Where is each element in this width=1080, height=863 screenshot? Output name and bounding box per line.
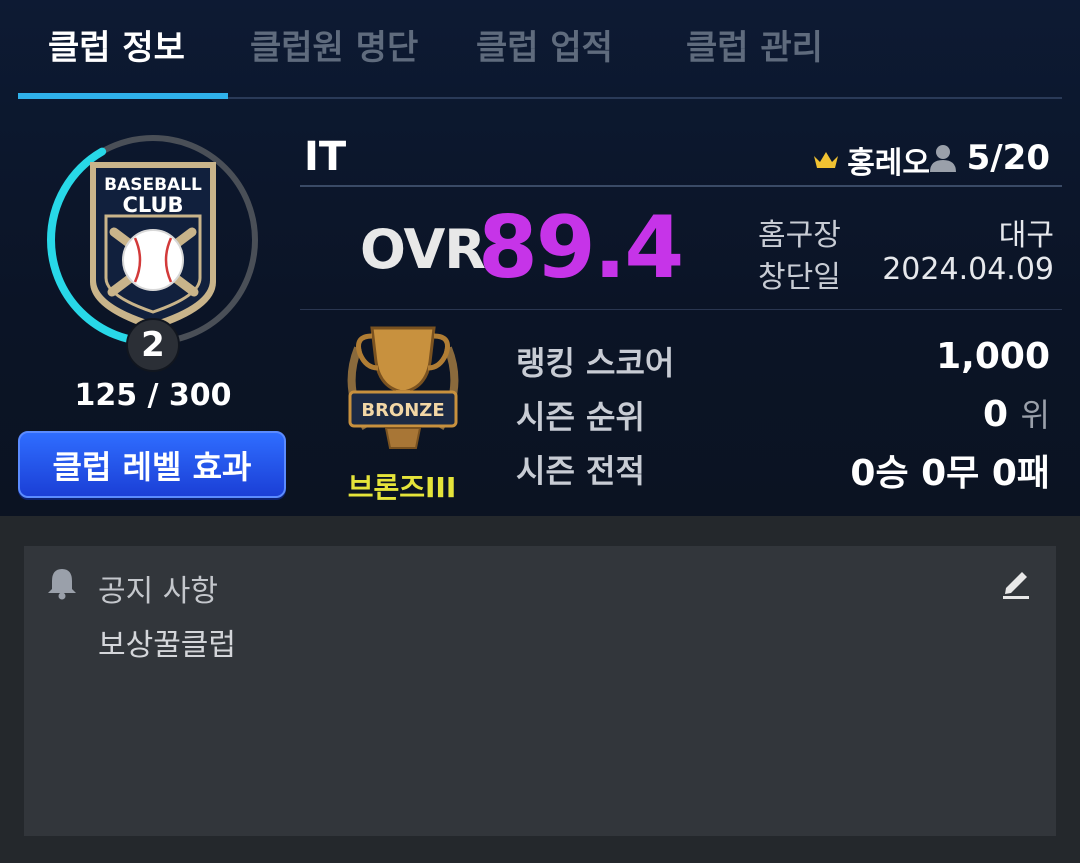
ranking-score-value: 1,000 [936, 336, 1050, 377]
club-master: 홍레오 [813, 138, 930, 182]
tab-club-info[interactable]: 클럽 정보 [48, 20, 185, 69]
club-master-name: 홍레오 [847, 146, 930, 181]
season-rank: 0 위 [983, 390, 1050, 436]
person-icon [929, 145, 956, 172]
tier-label: 브론즈III [347, 471, 457, 504]
stadium-value: 대구 [998, 218, 1054, 253]
edit-icon[interactable] [1000, 566, 1032, 600]
ranking-score-label: 랭킹 스코어 [516, 344, 675, 382]
season-record-value: 0승 0무 0패 [850, 453, 1050, 494]
bell-icon [48, 569, 76, 600]
tab-club-achievements[interactable]: 클럽 업적 [476, 20, 613, 69]
crown-icon [814, 152, 839, 168]
club-info-panel: 클럽 정보 클럽원 명단 클럽 업적 클럽 관리 BASEBALL CLUB 2… [0, 0, 1080, 516]
emblem-text-line2: CLUB [122, 193, 183, 217]
club-level-badge: 2 [126, 318, 180, 372]
member-count: 5/20 [927, 138, 1050, 178]
club-name: IT [304, 134, 347, 180]
season-record-label: 시즌 전적 [516, 452, 645, 490]
ovr-value: 89.4 [478, 198, 684, 298]
trophy-text: BRONZE [361, 400, 444, 421]
divider [300, 185, 1062, 187]
stadium-label: 홈구장 [758, 218, 841, 253]
founded-value: 2024.04.09 [882, 252, 1054, 287]
season-rank-unit: 위 [1020, 396, 1050, 434]
active-tab-indicator [18, 93, 228, 99]
emblem-text-line1: BASEBALL [104, 175, 202, 195]
tab-bar: 클럽 정보 클럽원 명단 클럽 업적 클럽 관리 [0, 0, 1080, 99]
notice-panel: 공지 사항 보상꿀클럽 [24, 546, 1056, 836]
ovr-label: OVR [360, 218, 486, 281]
member-count-value: 5/20 [966, 138, 1050, 178]
season-rank-label: 시즌 순위 [516, 398, 645, 436]
tab-club-management[interactable]: 클럽 관리 [686, 20, 823, 69]
club-exp-text: 125 / 300 [74, 378, 232, 413]
divider [300, 309, 1062, 310]
tab-club-members[interactable]: 클럽원 명단 [250, 20, 418, 69]
bronze-trophy-icon: BRONZE [336, 318, 470, 454]
notice-body: 보상꿀클럽 [98, 628, 236, 663]
club-level-effect-button[interactable]: 클럽 레벨 효과 [18, 431, 286, 498]
notice-title: 공지 사항 [98, 574, 218, 609]
founded-label: 창단일 [758, 260, 841, 295]
season-rank-value: 0 [982, 394, 1008, 435]
